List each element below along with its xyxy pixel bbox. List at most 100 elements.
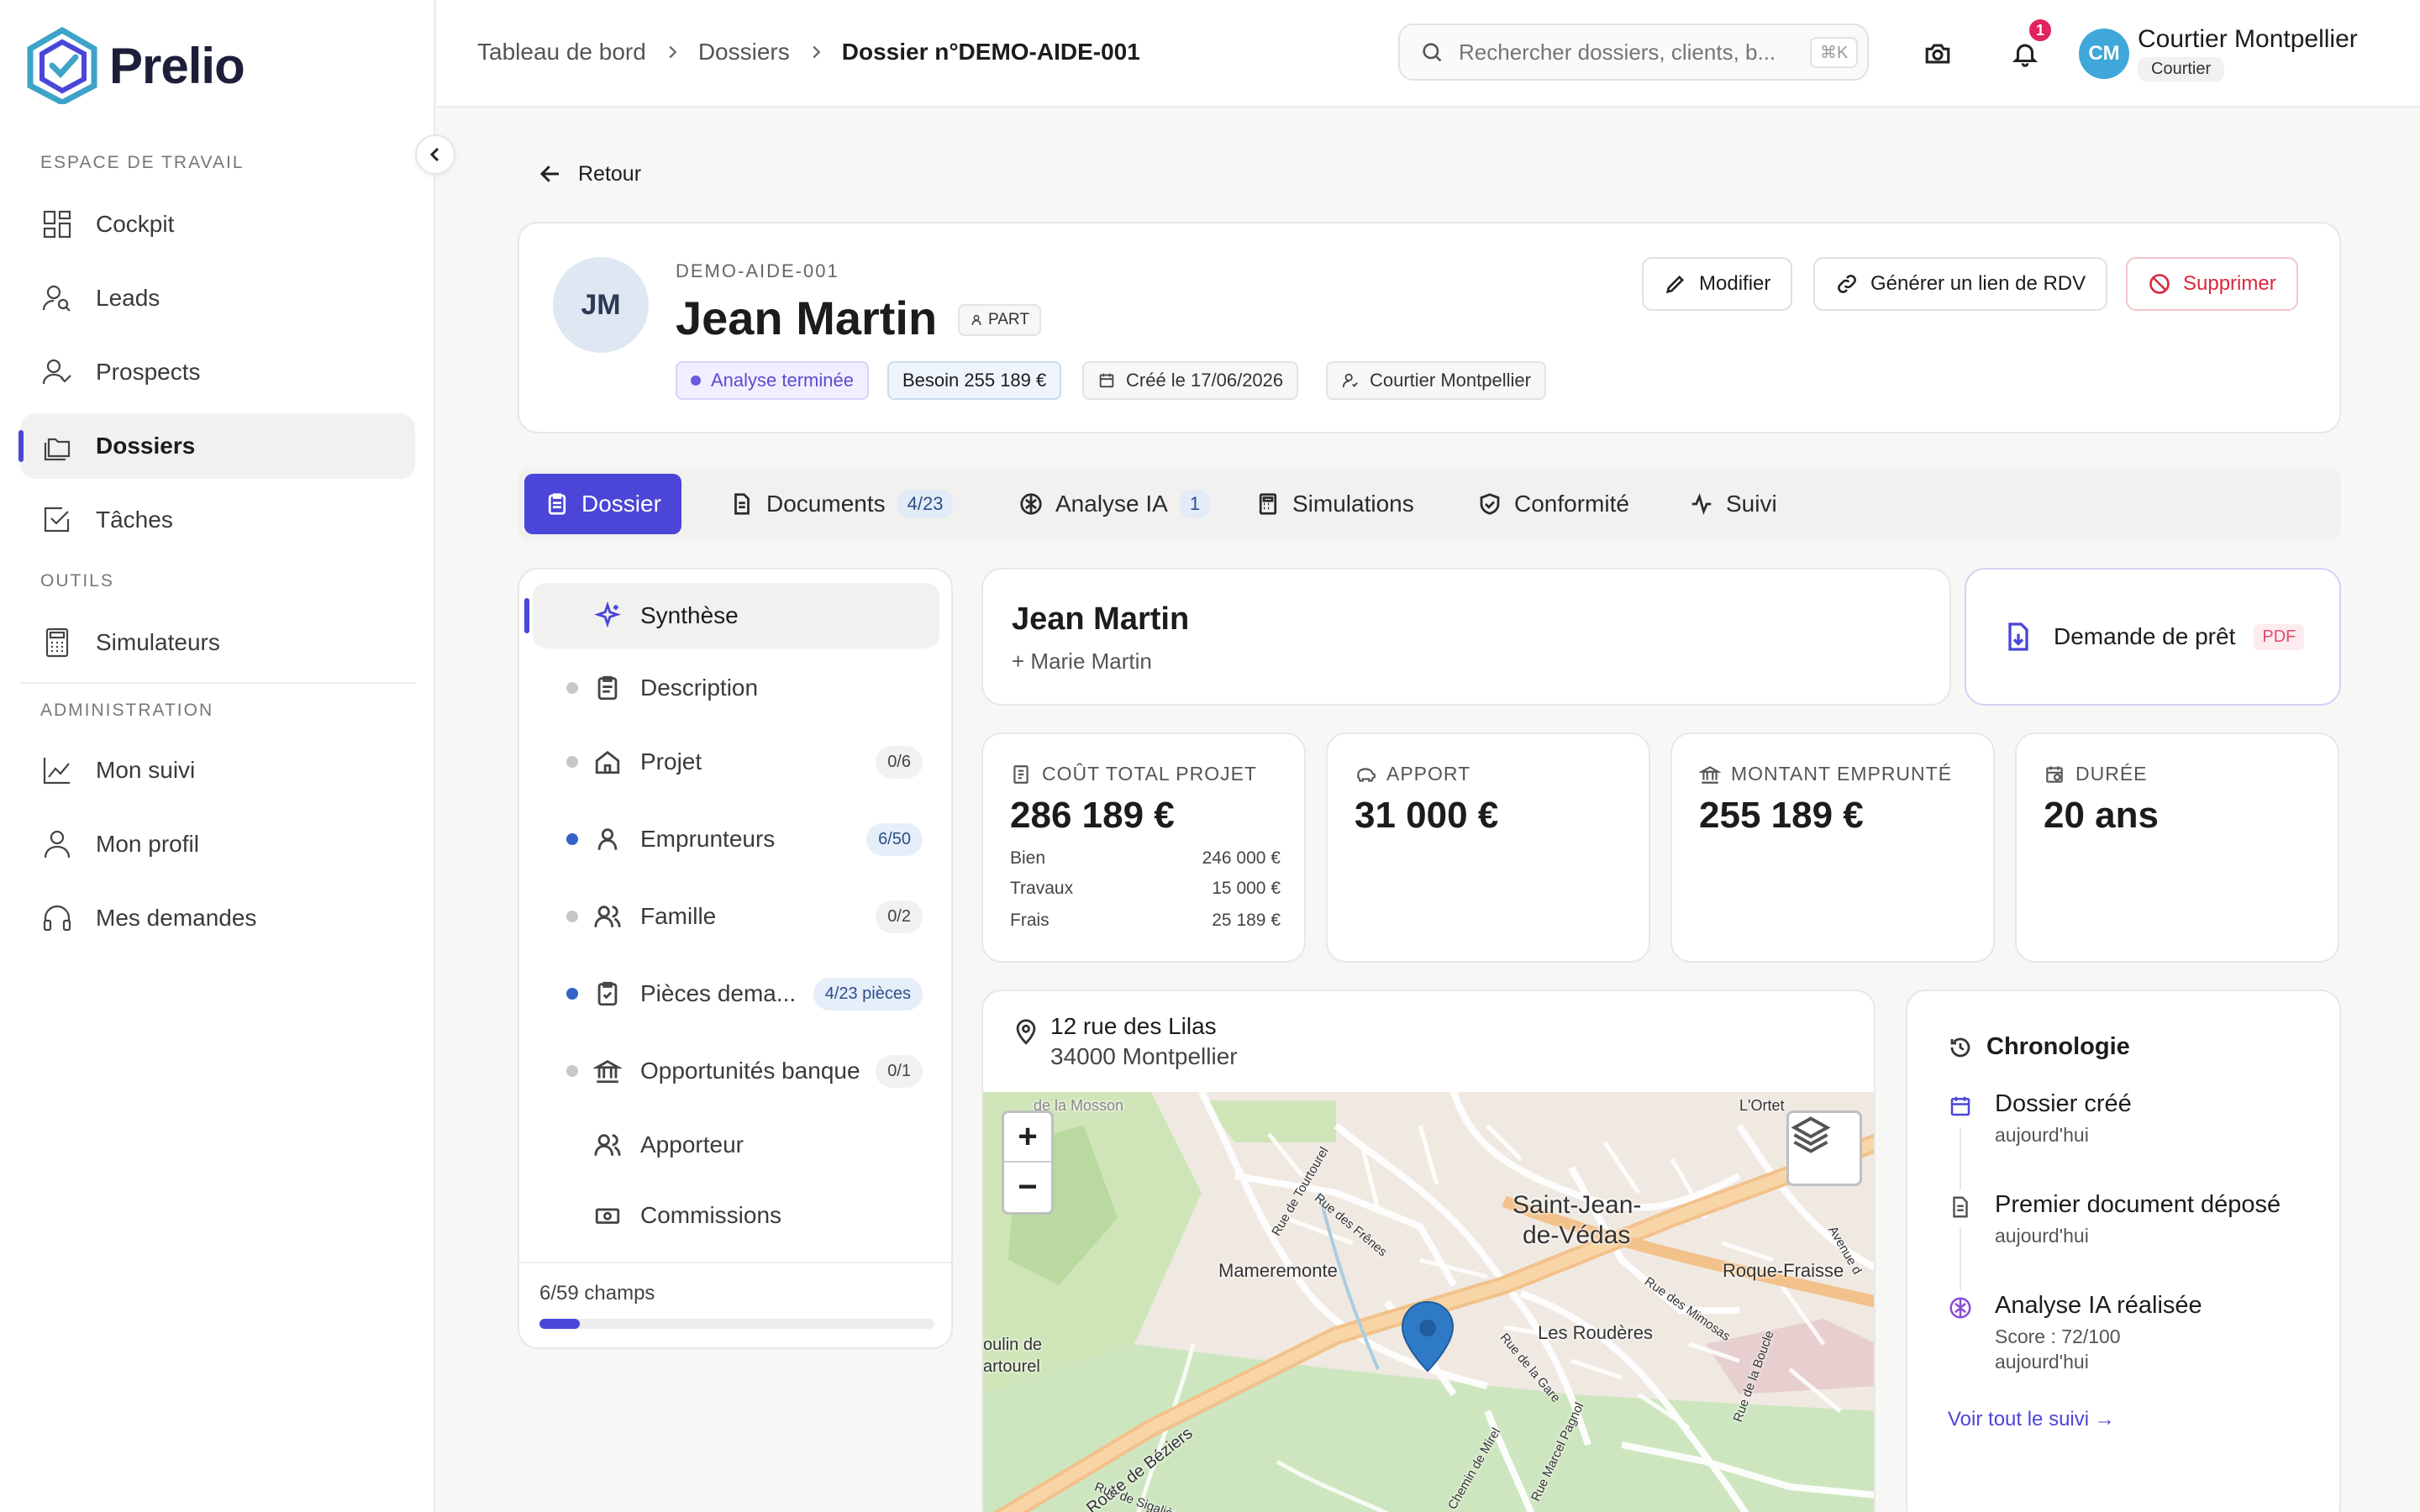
sidebar-item-dossiers[interactable]: Dossiers	[18, 413, 415, 479]
tab-count: 1	[1179, 490, 1211, 518]
map-label-moulin: oulin de	[983, 1336, 1043, 1354]
fields-progress-bar	[539, 1319, 934, 1329]
map-view[interactable]: Saint-Jean- de-Védas Mameremonte Roque-F…	[983, 1092, 1874, 1512]
users-icon	[593, 1131, 622, 1159]
delete-label: Supprimer	[2183, 272, 2276, 295]
tab-label: Documents	[766, 491, 886, 517]
section-item-pieces[interactable]: Pièces dema... 4/23 pièces	[533, 961, 939, 1026]
map-label-mameremonte: Mameremonte	[1218, 1260, 1338, 1281]
search-box[interactable]: ⌘K	[1398, 24, 1869, 81]
section-item-opportunites-banque[interactable]: Opportunités banque 0/1	[533, 1038, 939, 1104]
section-item-description[interactable]: Description	[533, 655, 939, 721]
sidebar-item-mon-profil[interactable]: Mon profil	[20, 811, 415, 877]
see-all-timeline-link[interactable]: Voir tout le suivi →	[1948, 1408, 2115, 1431]
map-layers-button[interactable]	[1786, 1110, 1862, 1186]
breadcrumb-dossiers[interactable]: Dossiers	[698, 39, 790, 66]
section-item-label: Description	[640, 675, 759, 701]
completion-dot	[566, 911, 578, 922]
users-icon	[593, 902, 622, 931]
brand-logo[interactable]: Prelio	[27, 27, 245, 104]
section-label-tools: OUTILS	[40, 571, 114, 591]
sidebar-item-mes-demandes[interactable]: Mes demandes	[20, 885, 415, 951]
tab-conformite[interactable]: Conformité	[1457, 474, 1649, 534]
loan-request-label: Demande de prêt	[2054, 623, 2236, 649]
section-item-count: 0/2	[876, 900, 923, 933]
sidebar-item-simulateurs[interactable]: Simulateurs	[20, 610, 415, 675]
tab-dossier[interactable]: Dossier	[524, 474, 681, 534]
section-item-label: Pièces dema...	[640, 980, 797, 1006]
bell-icon	[2012, 44, 2039, 67]
sidebar-item-mon-suivi[interactable]: Mon suivi	[20, 738, 415, 803]
sidebar-item-leads[interactable]: Leads	[20, 265, 415, 331]
piggy-bank-icon	[1357, 767, 1376, 782]
zoom-in-button[interactable]: +	[1004, 1113, 1051, 1163]
tab-suivi[interactable]: Suivi	[1669, 474, 1797, 534]
generate-rdv-link-button[interactable]: Générer un lien de RDV	[1813, 257, 2108, 311]
tab-simulations[interactable]: Simulations	[1235, 474, 1434, 534]
kpi-value: 31 000 €	[1355, 795, 1499, 836]
link-icon	[1838, 275, 1856, 293]
edit-button[interactable]: Modifier	[1642, 257, 1793, 311]
completion-dot	[566, 988, 578, 1000]
sidebar-item-taches[interactable]: Tâches	[20, 487, 415, 553]
tab-analyse-ia[interactable]: Analyse IA 1	[998, 474, 1230, 534]
generate-rdv-link-label: Générer un lien de RDV	[1870, 272, 2086, 295]
section-item-famille[interactable]: Famille 0/2	[533, 884, 939, 949]
collapse-sidebar-button[interactable]	[415, 134, 455, 175]
sparkles-icon	[593, 601, 622, 630]
borrower-card: Jean Martin + Marie Martin	[981, 568, 1951, 706]
kpi-total-cost: COÛT TOTAL PROJET 286 189 € Bien 246 000 …	[981, 732, 1306, 963]
section-item-projet[interactable]: Projet 0/6	[533, 729, 939, 795]
loan-request-pdf-button[interactable]: Demande de prêt PDF	[1965, 568, 2341, 706]
kpi-label-text: APPORT	[1386, 763, 1471, 785]
section-item-synthese[interactable]: Synthèse	[524, 583, 939, 648]
edit-label: Modifier	[1699, 272, 1771, 295]
camera-button[interactable]	[1918, 34, 1958, 74]
sidebar-item-label: Leads	[96, 285, 160, 311]
fields-progress-label: 6/59 champs	[539, 1282, 655, 1305]
sidebar-item-label: Prospects	[96, 359, 201, 385]
sidebar-item-prospects[interactable]: Prospects	[20, 339, 415, 405]
top-header: Tableau de bord Dossiers Dossier n°DEMO-…	[437, 0, 2420, 108]
timeline-item-score: Score : 72/100	[1995, 1326, 2121, 1347]
user-name[interactable]: Courtier Montpellier	[2138, 25, 2358, 54]
back-button[interactable]: Retour	[538, 161, 641, 186]
clipboard-check-icon	[593, 979, 622, 1008]
breadcrumb-dashboard[interactable]: Tableau de bord	[477, 39, 646, 66]
section-label-admin: ADMINISTRATION	[40, 701, 214, 720]
timeline-item-date: aujourd'hui	[1995, 1124, 2089, 1146]
avatar[interactable]: CM	[2079, 29, 2129, 79]
sidebar-item-label: Tâches	[96, 507, 173, 533]
pdf-tag: PDF	[2254, 623, 2305, 650]
activity-icon	[1691, 493, 1712, 515]
checkbox-icon	[44, 507, 70, 533]
kpi-value: 286 189 €	[1010, 795, 1175, 836]
map-label-lortet: L'Ortet	[1739, 1097, 1785, 1114]
search-input[interactable]	[1459, 39, 1795, 66]
client-name: Jean Martin	[676, 291, 938, 344]
zoom-out-button[interactable]: −	[1004, 1163, 1051, 1212]
sidebar-item-cockpit[interactable]: Cockpit	[20, 192, 415, 257]
search-shortcut: ⌘K	[1810, 36, 1859, 68]
client-avatar: JM	[553, 257, 649, 353]
section-item-commissions[interactable]: Commissions	[533, 1183, 939, 1248]
kpi-label-text: COÛT TOTAL PROJET	[1042, 763, 1257, 785]
delete-button[interactable]: Supprimer	[2126, 257, 2298, 311]
tab-documents[interactable]: Documents 4/23	[709, 474, 973, 534]
pencil-icon	[1665, 276, 1684, 294]
sidebar-item-label: Mes demandes	[96, 905, 257, 931]
headset-icon	[43, 905, 71, 932]
section-item-apporteur[interactable]: Apporteur	[533, 1112, 939, 1178]
file-download-icon	[2008, 622, 2028, 651]
co-borrower-name: + Marie Martin	[1012, 648, 1152, 674]
timeline-item-title: Dossier créé	[1995, 1090, 2132, 1117]
section-item-emprunteurs[interactable]: Emprunteurs 6/50	[533, 806, 939, 872]
created-date-badge: Créé le 17/06/2026	[1082, 361, 1299, 400]
cost-row-frais: Frais 25 189 €	[1010, 911, 1281, 931]
sidebar-item-label: Mon suivi	[96, 757, 196, 783]
notifications-button[interactable]: 1	[2005, 17, 2054, 74]
timeline-title: Chronologie	[1948, 1033, 2130, 1061]
timeline-item-title: Analyse IA réalisée	[1995, 1292, 2202, 1319]
client-type-badge: PART	[958, 304, 1041, 336]
need-badge: Besoin 255 189 €	[887, 361, 1062, 400]
